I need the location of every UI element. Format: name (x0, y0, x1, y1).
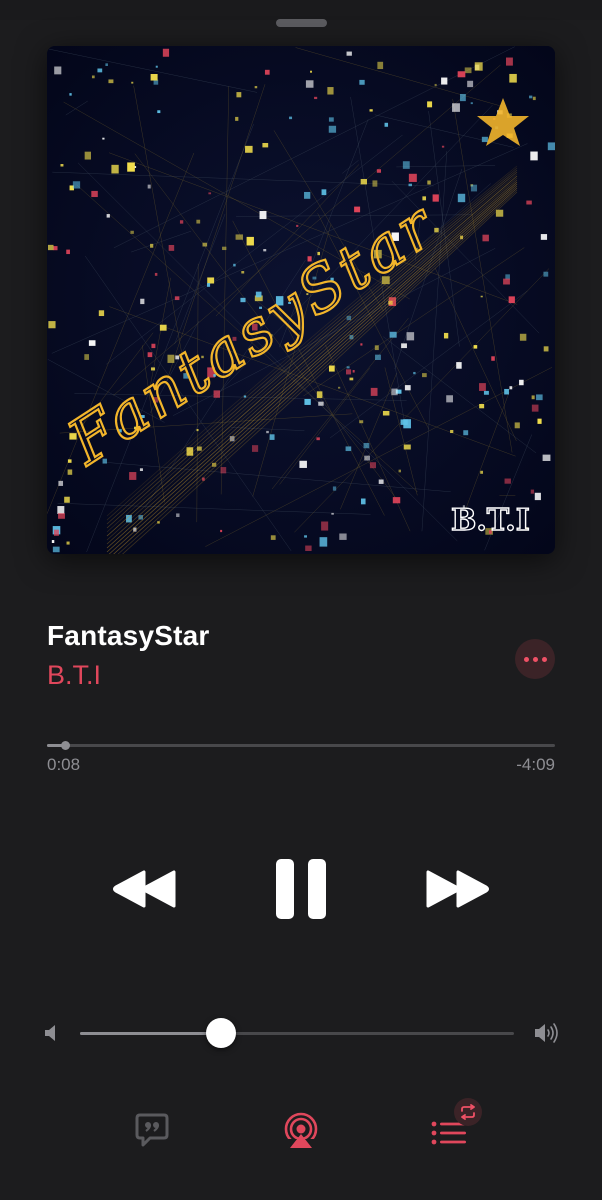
track-artist[interactable]: B.T.I (47, 660, 101, 691)
elapsed-time: 0:08 (47, 755, 81, 774)
sheet-top (0, 0, 602, 20)
lyrics-quote-bubble-icon (135, 1113, 169, 1147)
speaker-low-icon (45, 1025, 55, 1041)
more-dot-icon (541, 656, 547, 662)
more-dot-icon (532, 656, 538, 662)
sheet-grabber[interactable] (276, 19, 327, 27)
remaining-time: -4:09 (516, 755, 555, 774)
fast-forward-icon (426, 870, 489, 908)
fast-forward-button[interactable] (424, 870, 490, 908)
airplay-button[interactable] (283, 1112, 319, 1150)
repeat-badge (454, 1098, 482, 1126)
playback-scrubber-knob[interactable] (60, 741, 70, 750)
volume-fill (80, 1032, 222, 1035)
more-dot-icon (523, 656, 529, 662)
rewind-icon (113, 870, 176, 908)
track-title: FantasyStar (47, 620, 210, 651)
pause-button[interactable] (274, 858, 328, 920)
album-artwork: FantasyStar B.T.I (47, 46, 555, 554)
airplay-audio-icon (284, 1112, 318, 1150)
playback-scrubber[interactable] (47, 741, 555, 750)
album-artwork-image: FantasyStar B.T.I (47, 46, 555, 554)
repeat-icon (461, 1104, 475, 1120)
speaker-high-icon (535, 1023, 558, 1043)
up-next-button[interactable] (430, 1098, 486, 1148)
lyrics-button[interactable] (134, 1112, 170, 1148)
pause-icon (276, 859, 326, 919)
volume-slider[interactable] (80, 1018, 514, 1048)
artwork-artist-text: B.T.I (451, 503, 530, 538)
rewind-button[interactable] (112, 870, 178, 908)
volume-knob[interactable] (206, 1018, 237, 1048)
more-options-button[interactable] (515, 639, 555, 679)
